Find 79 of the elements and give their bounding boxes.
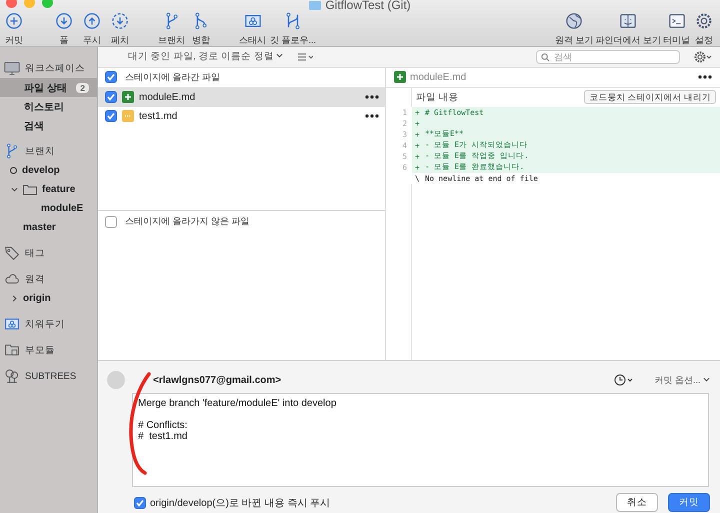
file-row[interactable]: moduleE.md [98,88,385,107]
list-view-icon[interactable] [297,52,314,62]
commit-options-dropdown[interactable]: 커밋 옵션... [654,374,710,387]
caret-icon[interactable] [10,186,18,192]
dashed-down-arrow-circle-icon [111,12,129,30]
checkbox[interactable] [105,110,117,122]
monitor-icon [4,60,20,76]
folders-icon [4,342,20,358]
toolbar-button[interactable]: 커밋 [2,10,26,47]
section-heading[interactable]: 치워두기 [25,318,65,330]
branch-folder[interactable]: feature [42,184,76,195]
toolbar-button[interactable]: 깃 플로우... [270,10,316,47]
caret-icon[interactable] [276,52,284,60]
search-icon [541,52,550,62]
sidebar-item[interactable]: 파일 상태 2 [0,78,97,97]
terminal-icon [668,12,686,30]
toolbar-button[interactable]: 풀 [52,10,76,47]
git-flow-icon [284,12,302,30]
count-badge: 2 [76,82,89,92]
sidebar-item[interactable]: 검색 [0,116,97,135]
section-heading: 스테이지에 올라가지 않은 파일 [125,215,250,228]
stash-box-icon [244,12,262,30]
branch-icon [4,143,20,159]
branch-item[interactable]: develop [22,165,60,176]
toolbar-button[interactable]: 페치 [108,10,132,47]
toolbar-button[interactable]: 브랜치 [158,10,185,47]
section-heading: 스테이지에 올라간 파일 [125,70,220,84]
toolbar-button[interactable]: 병합 [189,10,213,47]
branch-item[interactable]: moduleE [41,203,84,214]
sidebar-item[interactable]: 히스토리 [0,97,97,116]
toolbar-button[interactable]: 원격 보기 [554,10,594,47]
toolbar-button[interactable]: 푸시 [80,10,104,47]
more-icon[interactable] [365,114,379,118]
checkbox[interactable] [105,71,117,84]
avatar-icon [107,371,125,390]
globe-icon [565,12,584,30]
tree-icon [4,368,20,384]
plus-circle-icon [5,12,23,30]
more-icon[interactable] [365,95,379,100]
commit-message-field[interactable]: Merge branch 'feature/moduleE' into develop # Conflicts: # test1.md [132,393,709,488]
down-arrow-circle-icon [55,12,73,30]
caret-icon[interactable] [10,294,18,302]
up-arrow-circle-icon [83,12,101,30]
section-heading[interactable]: 부모듈 [25,344,55,356]
toolbar-button[interactable]: 설정 [692,10,716,47]
hunk-title: 파일 내용 [416,90,460,104]
file-name: moduleE.md [410,72,468,83]
finder-window-icon [619,12,638,30]
section-heading[interactable]: 워크스페이스 [25,62,85,74]
more-icon[interactable] [698,75,712,80]
file-row[interactable]: test1.md [98,106,385,126]
folder-icon [309,0,322,10]
checkbox[interactable] [134,496,146,509]
cancel-button[interactable]: 취소 [616,493,658,512]
search-field[interactable]: 검색 [536,50,680,64]
checkbox[interactable] [105,216,117,228]
toolbar-button[interactable]: 파인더에서 보기 [595,10,661,47]
author-name: <rlawlgns077@gmail.com> [152,374,282,386]
section-heading[interactable]: 태그 [25,246,45,260]
section-heading[interactable]: 원격 [25,272,45,286]
branch-item[interactable]: master [23,222,56,233]
section-heading[interactable]: 브랜치 [25,144,55,158]
tag-icon [4,245,20,261]
remote-item[interactable]: origin [23,293,51,304]
history-icon[interactable] [614,374,634,386]
checkbox[interactable] [105,91,117,104]
stash-box-icon [4,316,20,332]
sort-dropdown[interactable]: 대기 중인 파일, 경로 이름순 정렬 [128,50,284,64]
commit-button[interactable]: 커밋 [668,493,710,512]
unstage-hunk-button[interactable]: 코드뭉치 스테이지에서 내리기 [584,90,716,104]
push-option-label: origin/develop(으)로 바뀐 내용 즉시 푸시 [150,496,332,510]
toolbar-button[interactable]: 스태시 [239,10,266,47]
folder-icon [23,184,37,195]
window-title: GitflowTest (Git) [325,0,411,10]
section-heading[interactable]: SUBTREES [25,370,76,382]
settings-icon [695,12,713,30]
settings-icon[interactable] [694,50,712,63]
toolbar-button[interactable]: 터미널 [663,10,690,47]
caret-icon[interactable] [703,376,710,383]
